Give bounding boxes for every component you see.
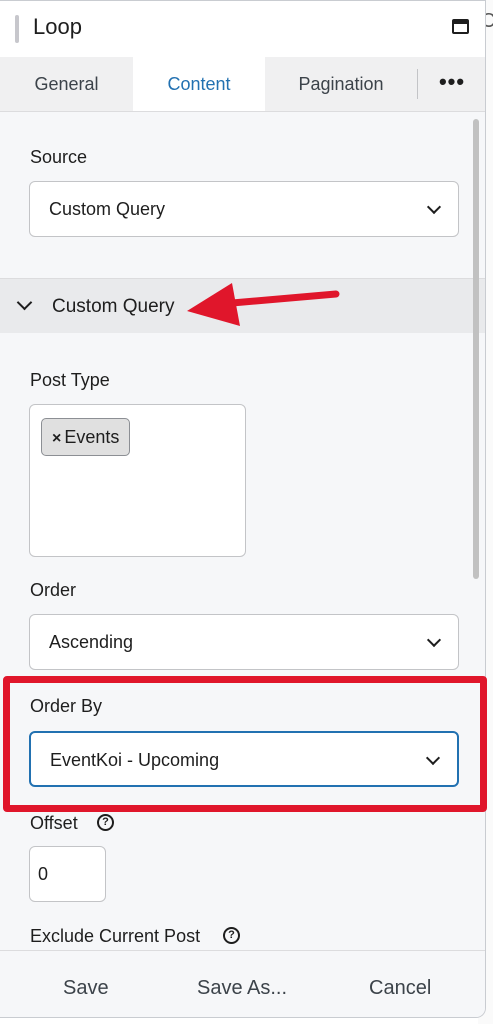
chevron-down-icon [426,199,442,215]
save-as-button[interactable]: Save As... [197,951,287,1017]
section-title: Custom Query [52,296,175,317]
cancel-button[interactable]: Cancel [369,951,431,1017]
loop-settings-panel: Loop General Content Pagination ••• Sour… [0,0,486,1018]
order-value: Ascending [49,632,134,652]
tab-general[interactable]: General [0,57,133,111]
panel-title: Loop [33,14,82,39]
offset-value: 0 [38,864,49,884]
remove-token-icon[interactable]: × [52,430,61,447]
maximize-icon[interactable] [452,19,469,34]
post-type-label: Post Type [30,370,110,390]
help-icon[interactable]: ? [223,927,240,944]
post-type-token[interactable]: × Events [41,418,131,456]
token-label: Events [64,427,120,447]
tab-bar: General Content Pagination ••• [0,57,485,112]
post-type-multiselect[interactable]: × Events [29,404,246,557]
annotation-highlight-box [3,676,487,812]
panel-footer: Save Save As... Cancel [0,950,485,1017]
help-icon[interactable]: ? [97,814,114,831]
order-label: Order [30,580,77,600]
panel-titlebar[interactable]: Loop [0,1,485,58]
offset-label: Offset [30,813,78,833]
more-tabs-icon[interactable]: ••• [418,57,485,111]
scrollbar[interactable] [473,119,479,579]
exclude-current-post-label: Exclude Current Post [30,926,201,946]
offset-input[interactable]: 0 [29,846,106,902]
source-select[interactable]: Custom Query [29,181,459,237]
order-select[interactable]: Ascending [29,614,459,670]
tab-pagination[interactable]: Pagination [265,57,417,111]
chevron-down-icon [426,632,442,648]
chevron-down-icon [16,294,33,311]
source-label: Source [30,147,88,167]
save-button[interactable]: Save [63,951,109,1017]
tab-content[interactable]: Content [133,57,265,111]
drag-handle-icon[interactable] [15,15,19,43]
source-value: Custom Query [49,199,166,219]
custom-query-section-toggle[interactable]: Custom Query [0,279,485,333]
